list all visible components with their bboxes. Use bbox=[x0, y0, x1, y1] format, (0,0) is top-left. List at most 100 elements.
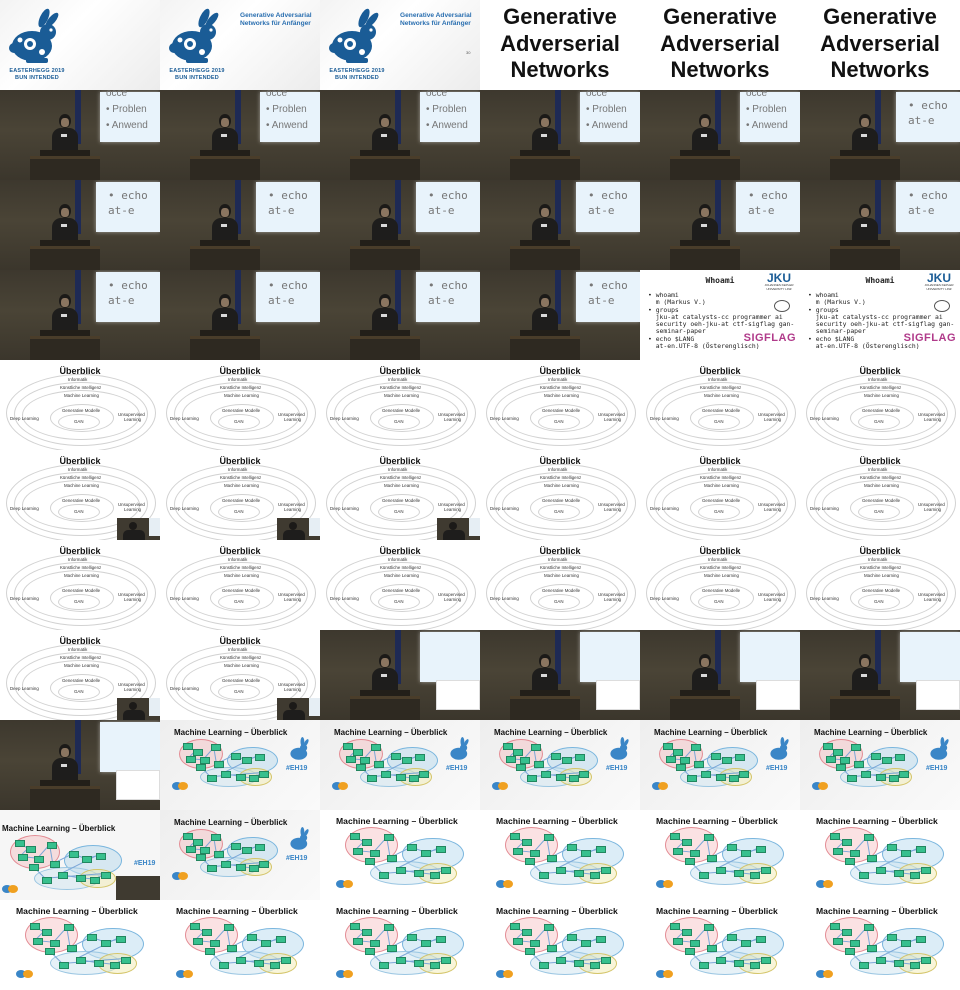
label-deep-learning: Deep Learning bbox=[170, 686, 199, 691]
overview-slide-thumbnail[interactable]: Überblick Informatik Künstliche Intellig… bbox=[0, 360, 160, 450]
speaker-thumbnail[interactable]: • echo at-e bbox=[800, 90, 960, 180]
speaker-thumbnail[interactable]: occe • Problen • Anwend bbox=[640, 90, 800, 180]
overview-slide-thumbnail[interactable]: Überblick Informatik Künstliche Intellig… bbox=[160, 630, 320, 720]
ml-overview-slide-thumbnail[interactable]: Machine Learning – Überblick #EH19 bbox=[320, 810, 480, 900]
overview-slide-thumbnail[interactable]: Überblick Informatik Künstliche Intellig… bbox=[160, 540, 320, 630]
ml-overview-slide-thumbnail[interactable]: Machine Learning – Überblick #EH19 bbox=[480, 810, 640, 900]
speaker-thumbnail[interactable]: occe • Problen • Anwend bbox=[0, 90, 160, 180]
overview-slide-thumbnail[interactable]: Überblick Informatik Künstliche Intellig… bbox=[800, 450, 960, 540]
ml-overview-slide-thumbnail[interactable]: Machine Learning – Überblick #EH19 bbox=[800, 720, 960, 810]
ml-overview-slide-thumbnail[interactable]: Machine Learning – Überblick #EH19 bbox=[160, 810, 320, 900]
ml-overview-slide-thumbnail[interactable]: Machine Learning – Überblick #EH19 bbox=[0, 900, 160, 990]
speaker-thumbnail[interactable]: • echo at-e bbox=[160, 270, 320, 360]
logo-slide-thumbnail[interactable]: EASTERHEGG 2019 BUN INTENDED Generative … bbox=[320, 0, 480, 90]
speaker-thumbnail[interactable]: • echo at-e bbox=[640, 180, 800, 270]
speaker-thumbnail[interactable] bbox=[480, 630, 640, 720]
label-ml: Machine Learning bbox=[224, 483, 259, 488]
ml-overview-slide-thumbnail[interactable]: Machine Learning – Überblick #EH19 bbox=[480, 720, 640, 810]
label-generative: Generative Modelle bbox=[62, 678, 101, 683]
projection-screen: • echo at-e bbox=[896, 182, 960, 232]
diagram-node bbox=[193, 937, 203, 945]
overview-slide-thumbnail[interactable]: Überblick Informatik Künstliche Intellig… bbox=[160, 360, 320, 450]
overview-slide-thumbnail[interactable]: Überblick Informatik Künstliche Intellig… bbox=[480, 360, 640, 450]
ml-overview-slide-thumbnail[interactable]: Machine Learning – Überblick #EH19 bbox=[320, 900, 480, 990]
ml-overview-slide-thumbnail[interactable]: Machine Learning – Überblick #EH19 bbox=[480, 900, 640, 990]
diagram-node bbox=[378, 961, 389, 969]
diagram-node bbox=[343, 743, 354, 750]
overview-slide-thumbnail[interactable]: Überblick Informatik Künstliche Intellig… bbox=[320, 540, 480, 630]
label-deep-learning: Deep Learning bbox=[10, 596, 39, 601]
overview-slide-thumbnail[interactable]: Überblick Informatik Künstliche Intellig… bbox=[800, 540, 960, 630]
diagram-node bbox=[596, 846, 607, 854]
logo-slide-thumbnail[interactable]: EASTERHEGG 2019 BUN INTENDED bbox=[0, 0, 160, 90]
overview-slide-thumbnail[interactable]: Überblick Informatik Künstliche Intellig… bbox=[480, 540, 640, 630]
logo-slide-thumbnail[interactable]: EASTERHEGG 2019 BUN INTENDED Generative … bbox=[160, 0, 320, 90]
label-deep-learning: Deep Learning bbox=[810, 506, 839, 511]
overview-slide-thumbnail[interactable]: Überblick Informatik Künstliche Intellig… bbox=[0, 450, 160, 540]
title-slide-thumbnail[interactable]: Generative Adverserial Networks bbox=[480, 0, 640, 90]
overview-slide-thumbnail[interactable]: Überblick Informatik Künstliche Intellig… bbox=[0, 540, 160, 630]
speaker-thumbnail[interactable]: occe • Problen • Anwend bbox=[160, 90, 320, 180]
diagram-node bbox=[844, 948, 855, 955]
overview-slide-thumbnail[interactable]: Überblick Informatik Künstliche Intellig… bbox=[640, 540, 800, 630]
diagram-node bbox=[875, 866, 886, 874]
diagram-node bbox=[116, 936, 127, 944]
speaker-thumbnail[interactable]: • echo at-e bbox=[160, 180, 320, 270]
diagram-node bbox=[847, 775, 857, 783]
diagram-node bbox=[50, 860, 60, 868]
speaker-thumbnail[interactable]: occe • Problen • Anwend bbox=[480, 90, 640, 180]
label-gan: GAN bbox=[874, 599, 884, 604]
diagram-node bbox=[207, 865, 217, 873]
overview-slide-thumbnail[interactable]: Überblick Informatik Künstliche Intellig… bbox=[640, 360, 800, 450]
overview-slide-thumbnail[interactable]: Überblick Informatik Künstliche Intellig… bbox=[800, 360, 960, 450]
diagram-node bbox=[18, 854, 28, 862]
overview-slide-thumbnail[interactable]: Überblick Informatik Künstliche Intellig… bbox=[640, 450, 800, 540]
diagram-node bbox=[383, 834, 394, 842]
whoami-slide-thumbnail[interactable]: Whoami JKU JOHANNES KEPLER UNIVERSITY LI… bbox=[800, 270, 960, 360]
label-deep-learning: Deep Learning bbox=[10, 416, 39, 421]
speaker-thumbnail[interactable] bbox=[0, 720, 160, 810]
diagram-node bbox=[858, 961, 869, 969]
label-learning: Learning bbox=[284, 507, 302, 512]
diagram-node bbox=[254, 754, 265, 762]
ml-overview-slide-thumbnail[interactable]: Machine Learning – Überblick #EH19 bbox=[160, 900, 320, 990]
speaker-thumbnail[interactable]: • echo at-e bbox=[0, 180, 160, 270]
title-slide-thumbnail[interactable]: Generative Adverserial Networks bbox=[800, 0, 960, 90]
overview-slide-thumbnail[interactable]: Überblick Informatik Künstliche Intellig… bbox=[160, 450, 320, 540]
speaker-thumbnail[interactable] bbox=[320, 630, 480, 720]
speaker-thumbnail[interactable] bbox=[640, 630, 800, 720]
ml-overview-slide-thumbnail[interactable]: Machine Learning – Überblick #EH19 bbox=[800, 900, 960, 990]
speaker-thumbnail[interactable]: occe • Problen • Anwend bbox=[320, 90, 480, 180]
speaker-thumbnail[interactable]: • echo at-e bbox=[320, 180, 480, 270]
diagram-node bbox=[524, 948, 535, 955]
whoami-slide-thumbnail[interactable]: Whoami JKU JOHANNES KEPLER UNIVERSITY LI… bbox=[640, 270, 800, 360]
podium bbox=[830, 246, 900, 270]
overview-slide-thumbnail[interactable]: Überblick Informatik Künstliche Intellig… bbox=[320, 450, 480, 540]
diagram-node bbox=[698, 961, 709, 969]
overview-slide-thumbnail[interactable]: Überblick Informatik Künstliche Intellig… bbox=[320, 360, 480, 450]
ml-overview-slide-thumbnail[interactable]: Machine Learning – Überblick #EH19 bbox=[640, 810, 800, 900]
ml-overview-slide-thumbnail[interactable]: Machine Learning – Überblick #EH19 bbox=[0, 810, 160, 900]
ml-overview-slide-thumbnail[interactable]: Machine Learning – Überblick #EH19 bbox=[800, 810, 960, 900]
speaker-thumbnail[interactable]: • echo at-e bbox=[320, 270, 480, 360]
overview-slide-thumbnail[interactable]: Überblick Informatik Künstliche Intellig… bbox=[0, 630, 160, 720]
title-slide-thumbnail[interactable]: Generative Adverserial Networks bbox=[640, 0, 800, 90]
diagram-node bbox=[42, 876, 52, 884]
ml-overview-slide-thumbnail[interactable]: Machine Learning – Überblick #EH19 bbox=[160, 720, 320, 810]
ml-overview-slide-thumbnail[interactable]: Machine Learning – Überblick #EH19 bbox=[320, 720, 480, 810]
diagram-node bbox=[509, 832, 520, 840]
speaker-thumbnail[interactable]: • echo at-e bbox=[800, 180, 960, 270]
library-logo-icon bbox=[182, 970, 193, 979]
label-learning: Learning bbox=[444, 507, 462, 512]
speaker-thumbnail[interactable]: • echo at-e bbox=[480, 270, 640, 360]
speaker-thumbnail[interactable]: • echo at-e bbox=[480, 180, 640, 270]
label-generative: Generative Modelle bbox=[862, 408, 901, 413]
ml-overview-slide-thumbnail[interactable]: Machine Learning – Überblick #EH19 bbox=[640, 720, 800, 810]
speaker-thumbnail[interactable] bbox=[800, 630, 960, 720]
overview-slide-thumbnail[interactable]: Überblick Informatik Künstliche Intellig… bbox=[480, 450, 640, 540]
speaker-inset bbox=[437, 518, 480, 540]
ml-overview-slide-thumbnail[interactable]: Machine Learning – Überblick #EH19 bbox=[640, 900, 800, 990]
speaker-thumbnail[interactable]: • echo at-e bbox=[0, 270, 160, 360]
projection-screen: • echo at-e bbox=[416, 272, 480, 322]
diagram-node bbox=[374, 761, 384, 769]
